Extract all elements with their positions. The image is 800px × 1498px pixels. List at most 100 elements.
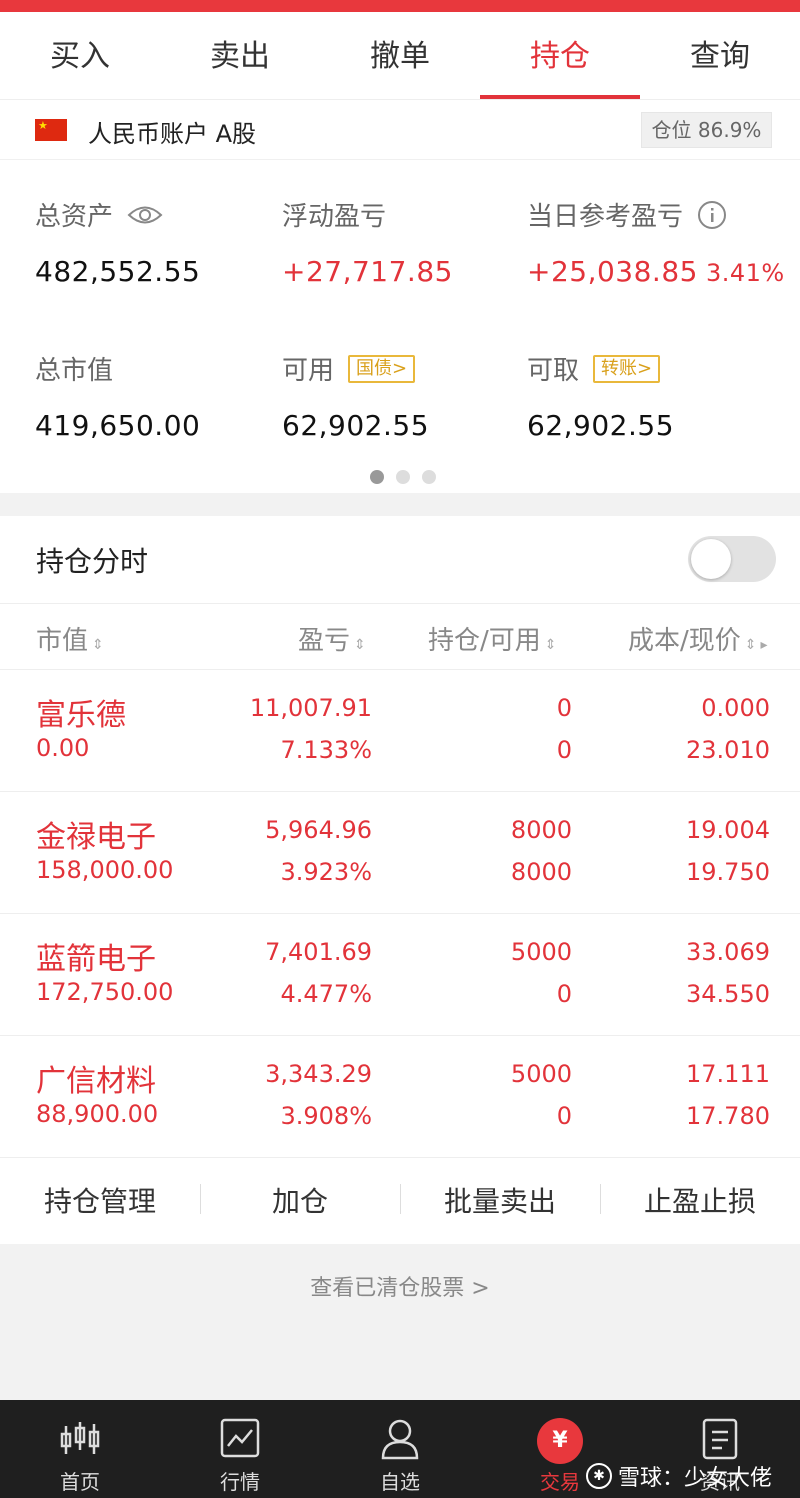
view-cleared-stocks-link[interactable]: 查看已清仓股票 > <box>0 1270 800 1302</box>
stock-pl: 5,964.96 <box>265 816 372 844</box>
stock-pl-pct: 3.908% <box>280 1102 372 1130</box>
market-value: 总市值 419,650.00 <box>35 350 200 442</box>
stock-available: 0 <box>556 1102 572 1130</box>
user-icon <box>381 1419 419 1460</box>
stock-cost: 0.000 <box>701 694 770 722</box>
sort-icon: ⇕ <box>544 637 557 653</box>
holding-row[interactable]: 广信材料 88,900.00 3,343.29 3.908% 5000 0 17… <box>0 1036 800 1158</box>
stock-cost: 33.069 <box>686 938 770 966</box>
market-value-value: 419,650.00 <box>35 409 201 442</box>
stock-price: 17.780 <box>686 1102 770 1130</box>
holding-actions: 持仓管理 加仓 批量卖出 止盈止损 <box>0 1156 800 1244</box>
stock-name: 广信材料 <box>36 1064 156 1099</box>
account-name: 人民币账户 A股 <box>88 120 257 148</box>
withdrawable-funds: 可取 转账> 62,902.55 <box>527 350 674 442</box>
daily-pl-value: +25,038.85 <box>527 255 698 288</box>
candlestick-icon <box>60 1422 100 1454</box>
stock-name: 金禄电子 <box>36 820 156 855</box>
transfer-button[interactable]: 转账> <box>593 354 661 383</box>
stock-price: 19.750 <box>686 858 770 886</box>
stock-available: 0 <box>556 736 572 764</box>
watermark-text: 雪球：少女大佬 <box>618 1466 773 1491</box>
stock-cost: 19.004 <box>686 816 770 844</box>
add-position-button[interactable]: 加仓 <box>200 1180 400 1220</box>
col-market-value[interactable]: 市值 ⇕ <box>36 620 104 657</box>
stock-pl: 11,007.91 <box>249 694 372 722</box>
stock-position: 5000 <box>510 1060 572 1088</box>
stock-name: 富乐德 <box>36 698 126 733</box>
nav-market-label: 行情 <box>220 1470 260 1494</box>
stock-position: 5000 <box>510 938 572 966</box>
stock-pl-pct: 7.133% <box>280 736 372 764</box>
account-summary: 总资产 482,552.55 浮动盈亏 +27,717.85 当日参考盈亏 +2… <box>0 160 800 493</box>
tab-buy[interactable]: 买入 <box>0 12 160 99</box>
float-pl-label: 浮动盈亏 <box>282 202 387 232</box>
stock-pl-pct: 4.477% <box>280 980 372 1008</box>
withdrawable-value: 62,902.55 <box>527 409 675 442</box>
nav-watchlist-label: 自选 <box>380 1470 420 1494</box>
toggle-knob <box>691 539 731 579</box>
tab-sell[interactable]: 卖出 <box>160 12 320 99</box>
holding-row[interactable]: 金禄电子 158,000.00 5,964.96 3.923% 8000 800… <box>0 792 800 914</box>
stock-name: 蓝箭电子 <box>36 942 156 977</box>
manage-holdings-button[interactable]: 持仓管理 <box>0 1180 200 1220</box>
total-assets-label: 总资产 <box>35 202 114 232</box>
nav-market[interactable]: 行情 <box>160 1400 320 1498</box>
stock-pl: 7,401.69 <box>265 938 372 966</box>
stock-available: 0 <box>556 980 572 1008</box>
tab-cancel[interactable]: 撤单 <box>320 12 480 99</box>
yen-icon: ¥ <box>537 1418 583 1464</box>
stock-position: 8000 <box>510 816 572 844</box>
snowball-logo-icon: ✱ <box>586 1463 612 1489</box>
stop-profit-loss-button[interactable]: 止盈止损 <box>600 1180 800 1220</box>
daily-pl-label: 当日参考盈亏 <box>527 202 684 232</box>
treasury-bond-button[interactable]: 国债> <box>348 354 416 383</box>
stock-price: 23.010 <box>686 736 770 764</box>
page-dot-3[interactable] <box>422 470 436 484</box>
sort-icon: ⇕ <box>354 637 366 653</box>
info-icon[interactable] <box>697 200 727 230</box>
tab-query[interactable]: 查询 <box>640 12 800 99</box>
col-position[interactable]: 持仓/可用 ⇕ <box>428 620 557 657</box>
stock-position: 0 <box>556 694 572 722</box>
col-cost-price[interactable]: 成本/现价 ⇕ ▸ <box>628 620 768 657</box>
stock-market-value: 88,900.00 <box>36 1100 159 1128</box>
position-ratio-badge: 仓位 86.9% <box>641 112 772 148</box>
stock-available: 8000 <box>510 858 572 886</box>
holdings-section: 持仓分时 市值 ⇕ 盈亏 ⇕ 持仓/可用 ⇕ 成本/现价 ⇕ ▸ 富乐德 0.00 11,… <box>0 516 800 1244</box>
col-pl[interactable]: 盈亏 ⇕ <box>298 620 366 657</box>
account-bar[interactable]: ★ 人民币账户 A股 仓位 86.9% <box>0 100 800 160</box>
total-assets-value: 482,552.55 <box>35 255 201 288</box>
stock-pl-pct: 3.923% <box>280 858 372 886</box>
available-value: 62,902.55 <box>282 409 430 442</box>
china-flag-icon: ★ <box>35 119 67 141</box>
timeshare-toggle[interactable] <box>688 536 776 582</box>
nav-home[interactable]: 首页 <box>0 1400 160 1498</box>
tab-holdings[interactable]: 持仓 <box>480 12 640 99</box>
trade-tabs: 买入 卖出 撤单 持仓 查询 <box>0 12 800 100</box>
eye-icon[interactable] <box>127 204 163 226</box>
sort-icon: ⇕ <box>92 637 104 653</box>
sort-icon: ⇕ <box>744 637 757 653</box>
stock-market-value: 0.00 <box>36 734 90 762</box>
scroll-right-icon[interactable]: ▸ <box>761 637 768 653</box>
page-dot-2[interactable] <box>396 470 410 484</box>
stock-market-value: 172,750.00 <box>36 978 174 1006</box>
page-dot-1[interactable] <box>370 470 384 484</box>
timeshare-row: 持仓分时 <box>0 516 800 604</box>
status-bar-accent <box>0 0 800 12</box>
nav-watchlist[interactable]: 自选 <box>320 1400 480 1498</box>
page-indicator[interactable] <box>370 470 436 484</box>
batch-sell-button[interactable]: 批量卖出 <box>400 1180 600 1220</box>
timeshare-label: 持仓分时 <box>36 545 149 578</box>
daily-pl-pct: 3.41% <box>705 259 785 287</box>
holding-row[interactable]: 富乐德 0.00 11,007.91 7.133% 0 0 0.000 23.0… <box>0 670 800 792</box>
available-label: 可用 <box>282 356 335 386</box>
nav-home-label: 首页 <box>60 1470 100 1494</box>
holding-row[interactable]: 蓝箭电子 172,750.00 7,401.69 4.477% 5000 0 3… <box>0 914 800 1036</box>
holdings-header: 市值 ⇕ 盈亏 ⇕ 持仓/可用 ⇕ 成本/现价 ⇕ ▸ <box>0 604 800 670</box>
float-pl-value: +27,717.85 <box>282 255 453 288</box>
stock-market-value: 158,000.00 <box>36 856 174 884</box>
stock-cost: 17.111 <box>686 1060 770 1088</box>
available-funds: 可用 国债> 62,902.55 <box>282 350 429 442</box>
